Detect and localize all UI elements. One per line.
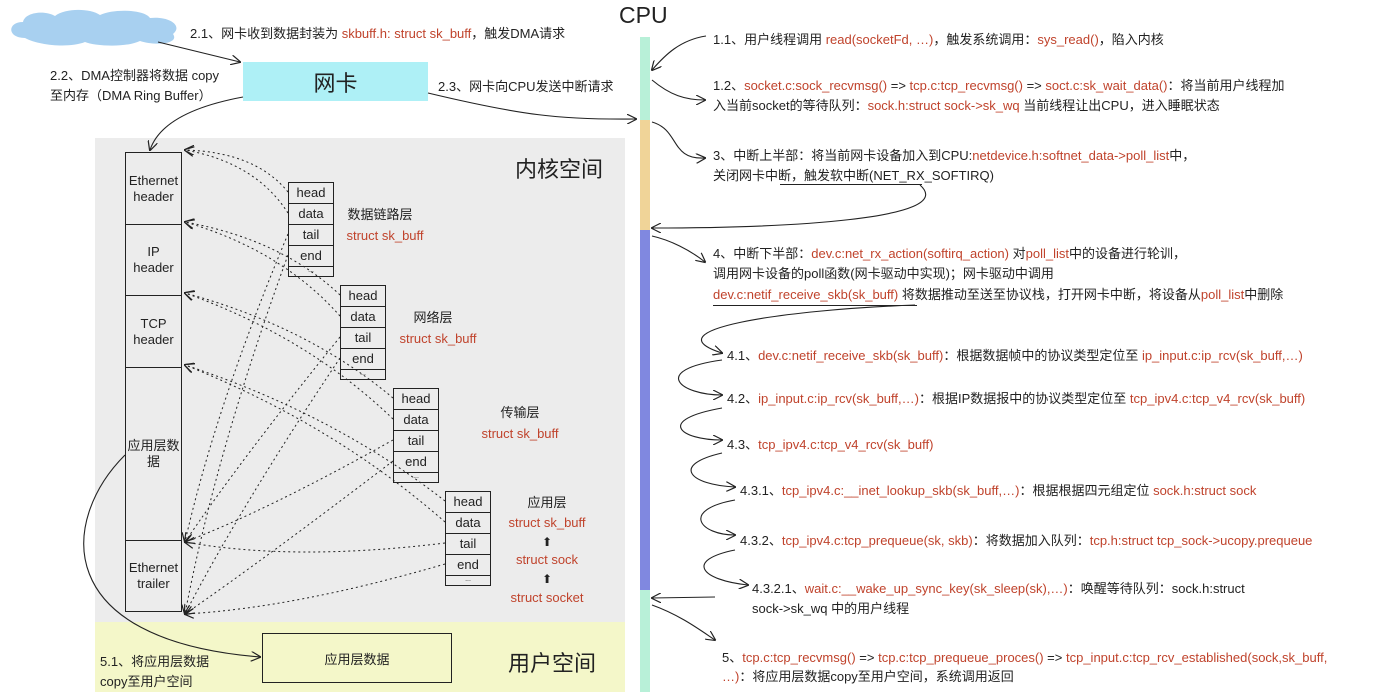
underline-softirq (780, 184, 922, 185)
pointer-line (185, 222, 341, 296)
pointer-line (185, 563, 446, 614)
arrow-5-1-copy (83, 454, 260, 657)
arrow-nic-to-cpu (427, 92, 636, 119)
arrow-1-2 (651, 79, 705, 100)
arrow-4 (651, 235, 705, 262)
arrow-4-2-to-4-3 (680, 407, 722, 440)
arrow-3 (651, 121, 705, 158)
pointer-line (185, 150, 289, 214)
arrow-cloud-to-nic (157, 41, 240, 62)
arrow-3-return (652, 184, 927, 228)
pointer-line (185, 357, 341, 614)
pointer-line (185, 365, 446, 523)
pointer-line (185, 336, 341, 542)
arrow-4-3-to-4-3-1 (690, 452, 735, 487)
underline-netif-receive (713, 305, 917, 306)
arrow-4-to-4-1 (700, 304, 916, 353)
pointer-line (185, 150, 289, 193)
pointer-line (185, 293, 394, 399)
pointer-line (185, 460, 394, 614)
arrow-4-3-2-to-4-3-2-1 (703, 549, 748, 585)
pointer-line (185, 542, 446, 553)
arrows-layer (83, 35, 927, 698)
pointer-line (185, 293, 394, 420)
arrow-nic-to-memory (150, 96, 244, 150)
arrow-4-3-1-to-4-3-2 (700, 499, 735, 535)
arrow-to-5 (651, 604, 715, 640)
pointer-line (185, 439, 394, 542)
arrow-4-1-to-4-2 (678, 359, 722, 395)
arrow-4-3-2-1-return (652, 597, 716, 598)
pointer-line (185, 233, 289, 542)
pointer-line (185, 365, 446, 502)
arrow-1-1 (652, 35, 707, 70)
